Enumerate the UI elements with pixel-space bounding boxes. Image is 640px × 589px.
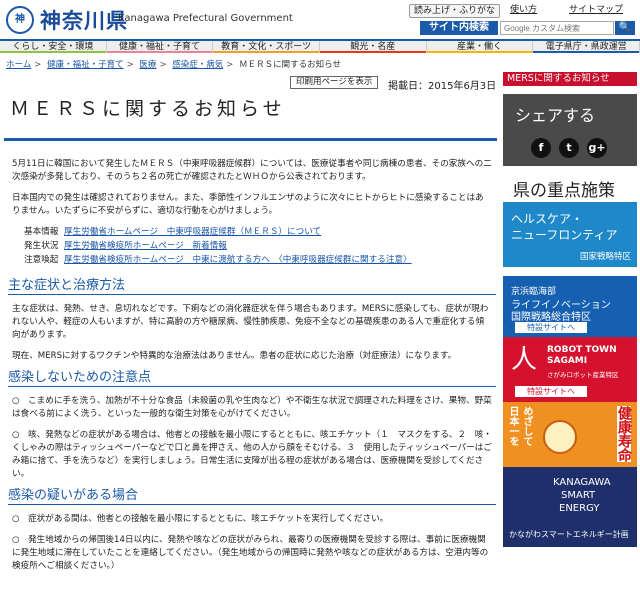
link-label: 基本情報 [24, 227, 59, 237]
article-body: 5月11日に韓国において発生したＭＥＲＳ（中東呼吸器症候群）については、医療従事… [8, 158, 496, 581]
nav-item-life[interactable]: くらし・安全・環境 [0, 41, 107, 53]
treatment-paragraph: 現在、MERSに対するワクチンや特異的な治療法はありません。患者の症状に応じた治… [12, 351, 457, 361]
banner-text: かながわスマートエネルギー計画 [509, 530, 629, 539]
link-basic-info[interactable]: 厚生労働省ホームページ 中東呼吸器症候群（ＭＥＲＳ）について [64, 226, 492, 239]
robot-figure-icon: 人 [511, 345, 538, 375]
twitter-icon[interactable]: t [559, 138, 579, 158]
banner-text: めざして [521, 406, 532, 446]
breadcrumb-current: ＭＥＲＳに関するお知らせ [239, 60, 341, 70]
banner-text: ニューフロンティア [511, 228, 618, 242]
print-page-button[interactable]: 印刷用ページを表示 [290, 76, 379, 89]
suspected-item: ○ 症状がある間は、他者との接触を最小限にするとともに、咳エチケットを実行してく… [12, 514, 389, 524]
banner-text: ENERGY [559, 503, 600, 514]
breadcrumb-separator: > [159, 60, 167, 70]
breadcrumb-separator: > [126, 60, 134, 70]
section-heading-symptoms: 主な症状と治療方法 [8, 279, 496, 295]
title-divider [4, 138, 497, 141]
banner-robot-town[interactable]: 人 ROBOT TOWN SAGAMI さがみロボット産業特区 特設サイトへ [503, 337, 637, 403]
breadcrumb-health[interactable]: 健康・福祉・子育て [47, 60, 124, 70]
mascot-icon [543, 420, 577, 454]
global-nav: くらし・安全・環境 健康・福祉・子育て 教育・文化・スポーツ 観光・名産 産業・… [0, 39, 640, 53]
share-title: シェアする [515, 106, 596, 125]
breadcrumb-separator: > [226, 60, 234, 70]
link-label: 注意喚起 [24, 255, 59, 265]
banner-text: SAGAMI [547, 356, 588, 366]
banner-keihin[interactable]: 京浜臨海部 ライフイノベーション 国際戦略総合特区 特設サイトへ [503, 276, 637, 337]
breadcrumb-medical[interactable]: 医療 [139, 60, 156, 70]
main-content: 印刷用ページを表示 掲載日：2015年6月3日 ＭＥＲＳに関するお知らせ 5月1… [4, 72, 497, 589]
sidebar-mers-link[interactable]: MERSに関するお知らせ [503, 72, 637, 86]
prefecture-logo-icon[interactable]: 神 [6, 6, 34, 34]
special-site-button[interactable]: 特設サイトへ [515, 322, 587, 333]
section-heading-prevention: 感染しないための注意点 [8, 371, 496, 387]
usage-link[interactable]: 使い方 [506, 4, 541, 18]
search-input[interactable] [500, 21, 614, 35]
breadcrumb-home[interactable]: ホーム [6, 60, 31, 70]
post-date: 掲載日：2015年6月3日 [388, 81, 497, 92]
banner-text: KANAGAWA [553, 477, 611, 488]
banner-text: 日本一を [507, 406, 518, 446]
banner-text: さがみロボット産業特区 [547, 371, 619, 379]
focus-policy-title: 県の重点施策 [513, 181, 615, 201]
page-title: ＭＥＲＳに関するお知らせ [10, 98, 286, 120]
suspected-item: ○ 発生地域からの帰国後14日以内に、発熱や咳などの症状がみられ、最寄りの医療機… [12, 535, 489, 571]
intro-paragraph: 日本国内での発生は確認されておりません。また、季節性インフルエンザのように次々に… [12, 193, 484, 216]
link-warning[interactable]: 厚生労働省検疫所ホームページ 中東に渡航する方へ 〈中東呼吸器症候群に関する注意… [64, 254, 492, 267]
banner-smart-energy[interactable]: KANAGAWA SMART ENERGY かながわスマートエネルギー計画 [503, 467, 637, 547]
site-name[interactable]: 神奈川県 [40, 5, 128, 35]
breadcrumb: ホーム > 健康・福祉・子育て > 医療 > 感染症・病気 > ＭＥＲＳに関するお知らせ [6, 58, 341, 70]
nav-item-egov[interactable]: 電子県庁・県政運営 [533, 41, 640, 53]
site-subtitle: Kanagawa Prefectural Government [118, 13, 293, 24]
banner-text: 国際戦略総合特区 [511, 312, 591, 323]
intro-paragraph: 5月11日に韓国において発生したＭＥＲＳ（中東呼吸器症候群）については、医療従事… [12, 159, 492, 182]
nav-item-education[interactable]: 教育・文化・スポーツ [213, 41, 321, 53]
read-aloud-button[interactable]: 読み上げ・ふりがな [409, 4, 501, 18]
section-heading-suspected: 感染の疑いがある場合 [8, 489, 496, 505]
banner-text: SMART [561, 490, 596, 501]
link-label: 発生状況 [24, 241, 59, 251]
share-panel: シェアする f t g+ [503, 94, 637, 166]
symptoms-paragraph: 主な症状は、発熱、せき、息切れなどです。下痢などの消化器症状を伴う場合もあります… [12, 304, 489, 340]
banner-healthcare[interactable]: ヘルスケア・ ニューフロンティア 国家戦略特区 [503, 202, 637, 267]
nav-item-tourism[interactable]: 観光・名産 [320, 41, 427, 53]
nav-item-industry[interactable]: 産業・働く [426, 41, 534, 53]
link-outbreak-status[interactable]: 厚生労働省検疫所ホームページ 新着情報 [64, 240, 492, 253]
banner-text: ヘルスケア・ [511, 212, 584, 226]
facebook-icon[interactable]: f [531, 138, 551, 158]
breadcrumb-separator: > [34, 60, 42, 70]
prevention-item: ○ 咳、発熱などの症状がある場合は、他者との接触を最小限にするとともに、咳エチケ… [12, 430, 492, 479]
search-button[interactable]: 🔍 [615, 21, 635, 35]
google-plus-icon[interactable]: g+ [587, 138, 607, 158]
nav-item-health[interactable]: 健康・福祉・子育て [106, 41, 214, 53]
site-header: 神 神奈川県 Kanagawa Prefectural Government 読… [0, 0, 640, 38]
banner-text: 国家戦略特区 [579, 252, 631, 262]
special-site-button[interactable]: 特設サイトへ [515, 386, 587, 397]
banner-text: 健康寿命 [616, 406, 632, 462]
site-search-label: サイト内検索 [420, 21, 498, 35]
prevention-item: ○ こまめに手を洗う、加熱が不十分な食品（未殺菌の乳や生肉など）や不衛生な状況で… [12, 396, 492, 419]
sitemap-link[interactable]: サイトマップ [565, 4, 627, 18]
breadcrumb-infection[interactable]: 感染症・病気 [172, 60, 223, 70]
banner-text: ROBOT TOWN [547, 345, 617, 355]
reference-links: 基本情報 厚生労働省ホームページ 中東呼吸器症候群（ＭＥＲＳ）について 発生状況… [12, 226, 492, 267]
banner-healthy-life[interactable]: 日本一を めざして 健康寿命 [503, 402, 637, 467]
